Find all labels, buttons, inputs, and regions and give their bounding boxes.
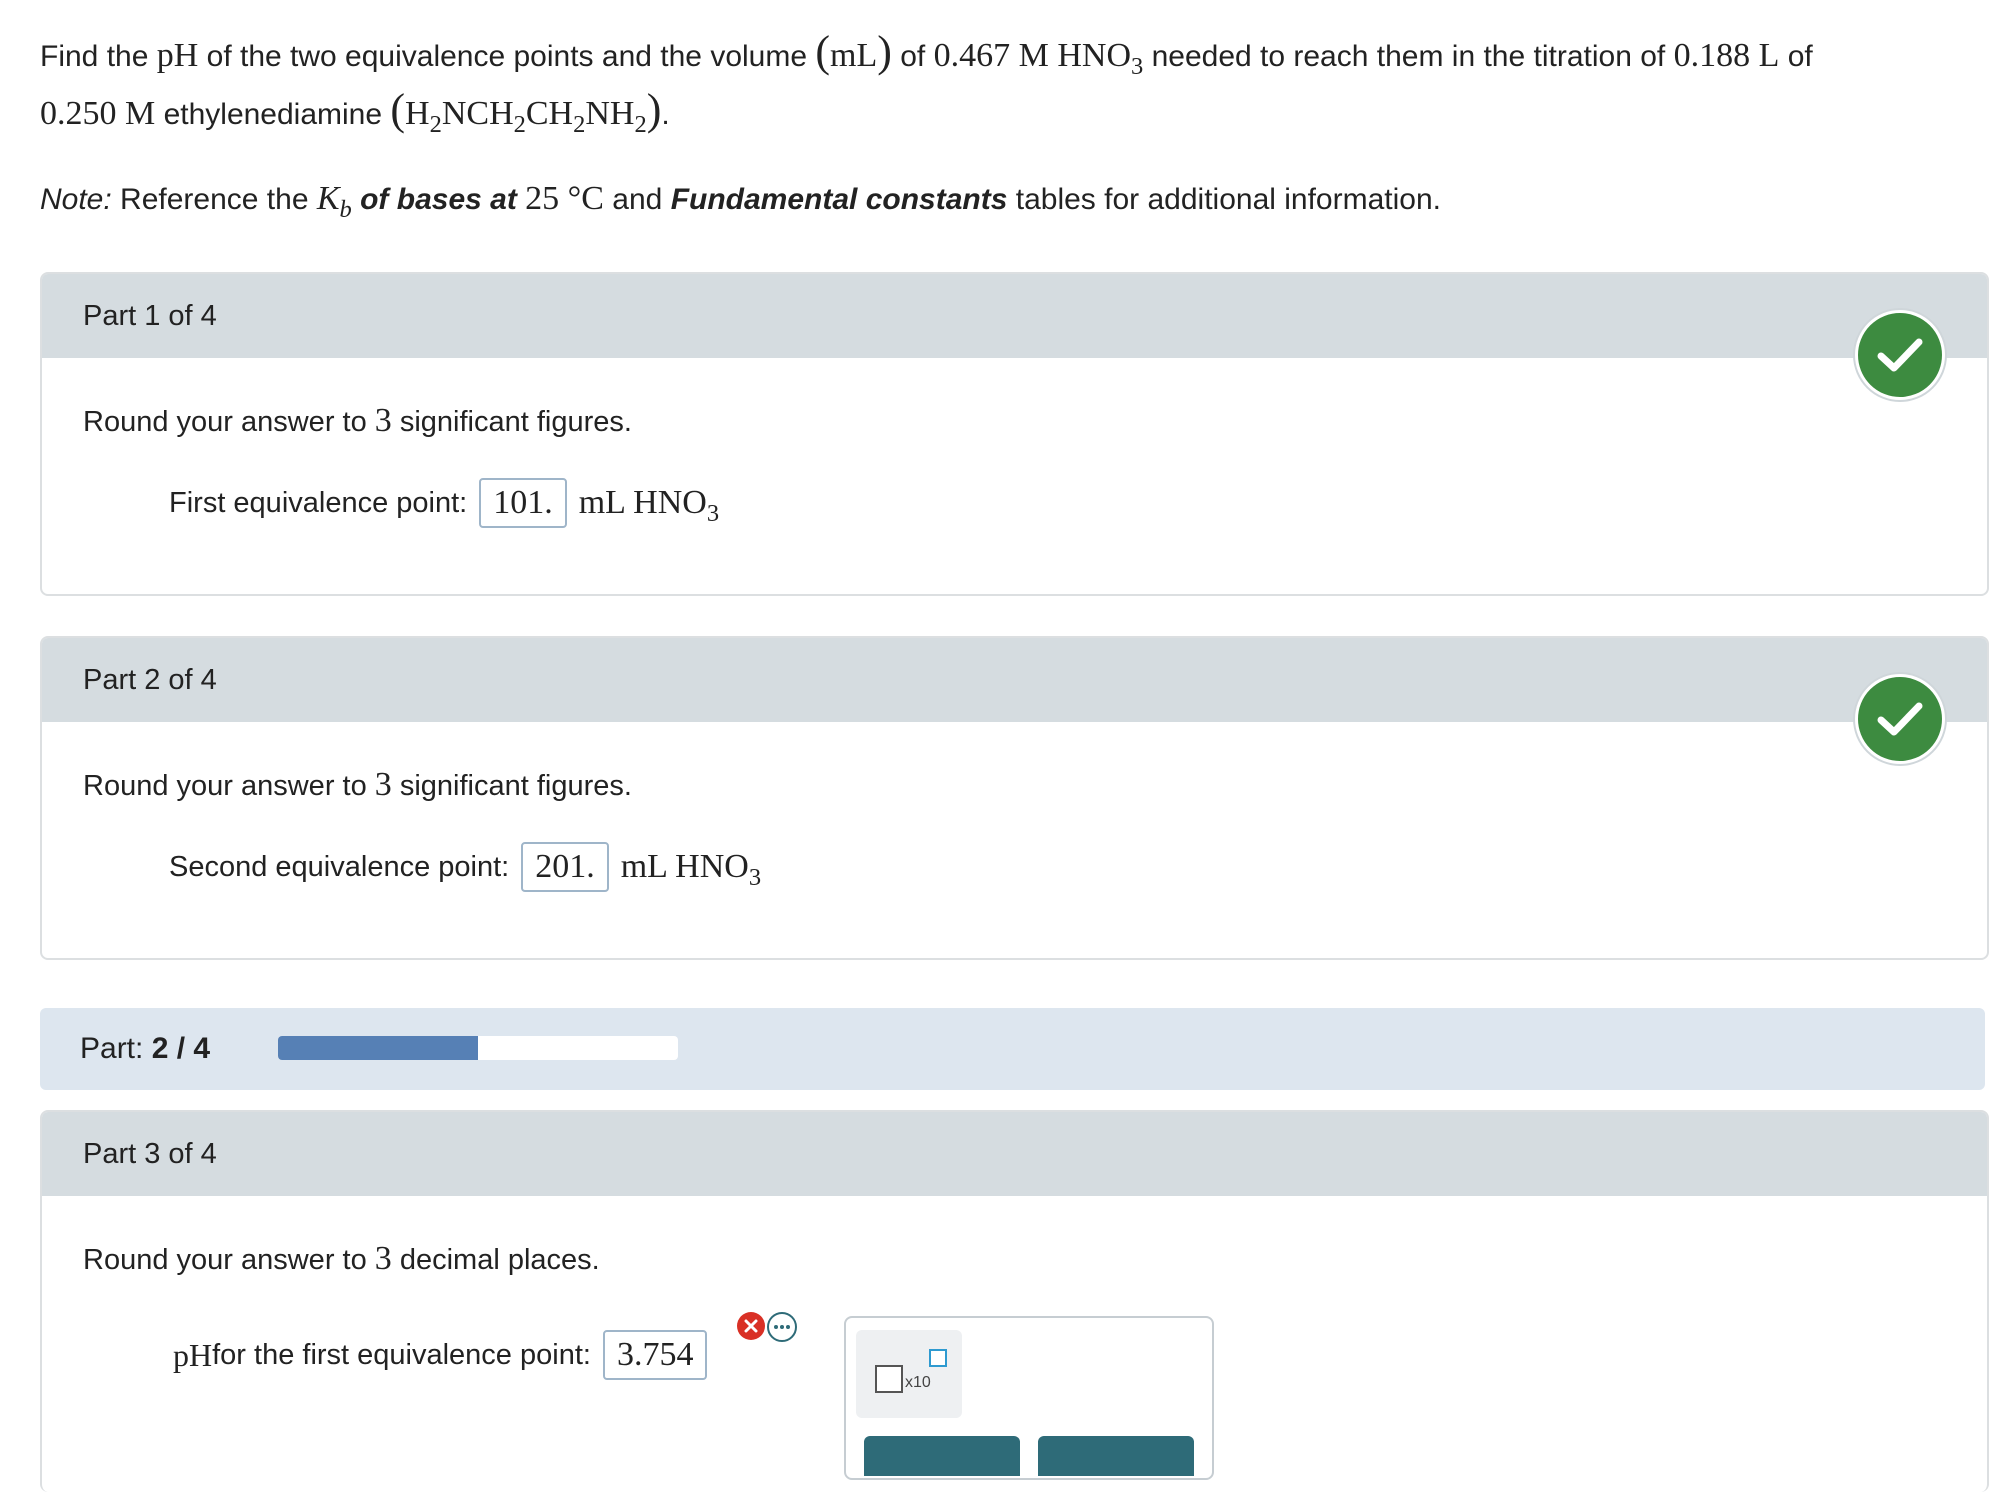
temperature: 25 °C [525, 180, 604, 217]
paren: ( [815, 27, 831, 76]
part-2-header: Part 2 of 4 [42, 638, 1987, 722]
question-text: of [1779, 40, 1813, 73]
compound-name: ethylenediamine [155, 98, 391, 131]
correct-check-icon [1855, 674, 1945, 764]
question-text: Find the [40, 40, 157, 73]
correct-check-icon [1855, 310, 1945, 400]
progress-label: Part: 2 / 4 [80, 1032, 211, 1065]
kb-symbol: Kb [316, 180, 352, 223]
answer-input[interactable]: 101. [479, 478, 567, 528]
acid-concentration: 0.467 M HNO3 [933, 37, 1144, 80]
part-title: Part 3 of 4 [83, 1137, 217, 1170]
paren: ) [646, 85, 662, 134]
base-volume: 0.188 L [1673, 37, 1780, 74]
progress-fill [278, 1036, 478, 1060]
answer-unit: mL HNO3 [620, 848, 762, 891]
part-title: Part 1 of 4 [83, 299, 217, 332]
part-title: Part 2 of 4 [83, 663, 217, 696]
answer-input[interactable]: 201. [521, 842, 609, 892]
part-1-card: Part 1 of 4 Round your answer to 3 signi… [40, 272, 1989, 596]
part-3-header: Part 3 of 4 [42, 1112, 1987, 1196]
paren: ) [877, 27, 892, 76]
part-1-header: Part 1 of 4 [42, 274, 1987, 358]
ph-symbol: pH [173, 1336, 213, 1373]
question-text: of [891, 40, 934, 73]
rounding-instruction: Round your answer to 3 significant figur… [83, 766, 632, 803]
check-button[interactable] [1038, 1436, 1194, 1476]
note-text: and [603, 183, 671, 216]
paren: ( [390, 85, 406, 134]
kb-table-link[interactable]: of bases at [360, 183, 525, 216]
reference-note: Note: Reference the Kb of bases at 25 °C… [40, 180, 1441, 223]
ml-unit: mL [830, 37, 878, 74]
answer-label: for the first equivalence point: [212, 1338, 591, 1371]
note-text: tables for additional information. [1007, 183, 1441, 216]
x10-label: x10 [905, 1374, 931, 1391]
progress-value: 2 / 4 [151, 1032, 211, 1065]
compound-formula: H2NCH2CH2NH2 [405, 95, 647, 138]
question-text: needed to reach them in the titration of [1143, 40, 1674, 73]
progress-track [278, 1036, 678, 1060]
answer-label: First equivalence point: [169, 486, 468, 519]
question-text: of the two equivalence points and the vo… [198, 40, 816, 73]
note-label: Note: [40, 183, 112, 216]
fundamental-constants-link[interactable]: Fundamental constants [671, 183, 1008, 216]
scientific-notation-button[interactable]: x10 [856, 1330, 962, 1418]
question-text: . [661, 98, 670, 131]
note-text: Reference the [111, 183, 317, 216]
answer-row: Second equivalence point: 201. mL HNO3 [169, 842, 761, 892]
answer-unit: mL HNO3 [578, 484, 720, 527]
progress-panel: Part: 2 / 4 [40, 1008, 1985, 1090]
base-concentration: 0.250 M [40, 95, 156, 132]
answer-label: Second equivalence point: [169, 850, 510, 883]
answer-input[interactable]: 3.754 [602, 1330, 708, 1380]
input-tools-panel: x10 [844, 1316, 1214, 1480]
answer-row: First equivalence point: 101. mL HNO3 [169, 478, 719, 528]
clear-button[interactable] [864, 1436, 1020, 1476]
ph-symbol: pH [156, 37, 199, 74]
more-options-icon[interactable] [767, 1312, 797, 1342]
incorrect-x-icon [737, 1312, 765, 1340]
answer-row: pH for the first equivalence point: 3.75… [173, 1330, 719, 1380]
question-line-2: 0.250 M ethylenediamine (H2NCH2CH2NH2). [40, 84, 670, 138]
rounding-instruction: Round your answer to 3 decimal places. [83, 1240, 600, 1277]
part-2-card: Part 2 of 4 Round your answer to 3 signi… [40, 636, 1989, 960]
rounding-instruction: Round your answer to 3 significant figur… [83, 402, 632, 439]
question-line-1: Find the pH of the two equivalence point… [40, 26, 1813, 80]
